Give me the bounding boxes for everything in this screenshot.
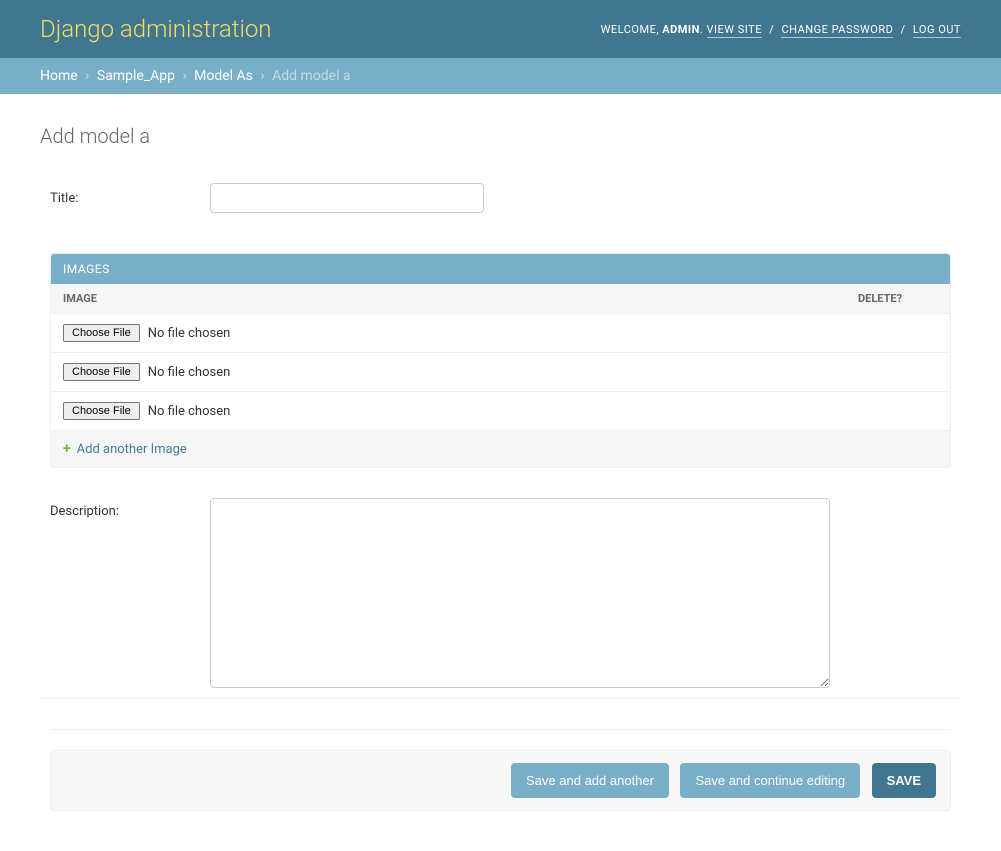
title-label: Title: [50,191,210,206]
description-label: Description: [50,498,210,519]
content: Add model a Title: IMAGES IMAGE DELETE? … [0,94,1001,851]
images-inline-group: IMAGES IMAGE DELETE? Choose File No file… [50,253,951,468]
breadcrumb-home[interactable]: Home [40,68,78,84]
separator: / [769,23,774,36]
separator: / [901,23,906,36]
form-module: Title: [40,173,961,223]
user-name: ADMIN [662,23,700,36]
choose-file-button[interactable]: Choose File [63,324,140,342]
chevron-right-icon: › [85,68,89,84]
save-add-another-button[interactable]: Save and add another [511,763,669,798]
breadcrumb-current: Add model a [272,68,350,84]
breadcrumb-app[interactable]: Sample_App [97,68,175,84]
description-module: Description: [40,488,961,699]
save-continue-button[interactable]: Save and continue editing [680,763,860,798]
description-textarea[interactable] [210,498,830,688]
col-image-header: IMAGE [63,292,858,305]
log-out-link[interactable]: LOG OUT [913,23,961,38]
plus-icon: + [63,441,71,457]
inline-row: Choose File No file chosen [51,314,950,353]
add-another-image-link[interactable]: + Add another Image [63,441,187,457]
choose-file-button[interactable]: Choose File [63,363,140,381]
save-button[interactable]: SAVE [872,763,936,798]
description-row: Description: [40,488,961,699]
branding-title: Django administration [40,15,272,43]
chevron-right-icon: › [182,68,186,84]
breadcrumb: Home › Sample_App › Model As › Add model… [0,58,1001,94]
inline-row: Choose File No file chosen [51,353,950,392]
col-delete-header: DELETE? [858,292,938,305]
change-password-link[interactable]: CHANGE PASSWORD [781,23,893,38]
page-title: Add model a [40,124,961,148]
no-file-text: No file chosen [148,404,231,419]
choose-file-button[interactable]: Choose File [63,402,140,420]
breadcrumb-model[interactable]: Model As [194,68,253,84]
add-another-label: Add another Image [77,442,187,457]
no-file-text: No file chosen [148,326,231,341]
add-another-row: + Add another Image [51,431,950,467]
no-file-text: No file chosen [148,365,231,380]
inline-header-row: IMAGE DELETE? [51,284,950,314]
submit-row: Save and add another Save and continue e… [50,750,951,811]
welcome-text: WELCOME, [601,23,659,36]
view-site-link[interactable]: VIEW SITE [707,23,762,38]
chevron-right-icon: › [260,68,264,84]
user-tools: WELCOME, ADMIN. VIEW SITE / CHANGE PASSW… [601,23,961,36]
header: Django administration WELCOME, ADMIN. VI… [0,0,1001,58]
inline-row: Choose File No file chosen [51,392,950,431]
images-heading: IMAGES [51,254,950,284]
title-row: Title: [40,173,961,223]
title-input[interactable] [210,183,484,213]
divider [50,729,951,730]
